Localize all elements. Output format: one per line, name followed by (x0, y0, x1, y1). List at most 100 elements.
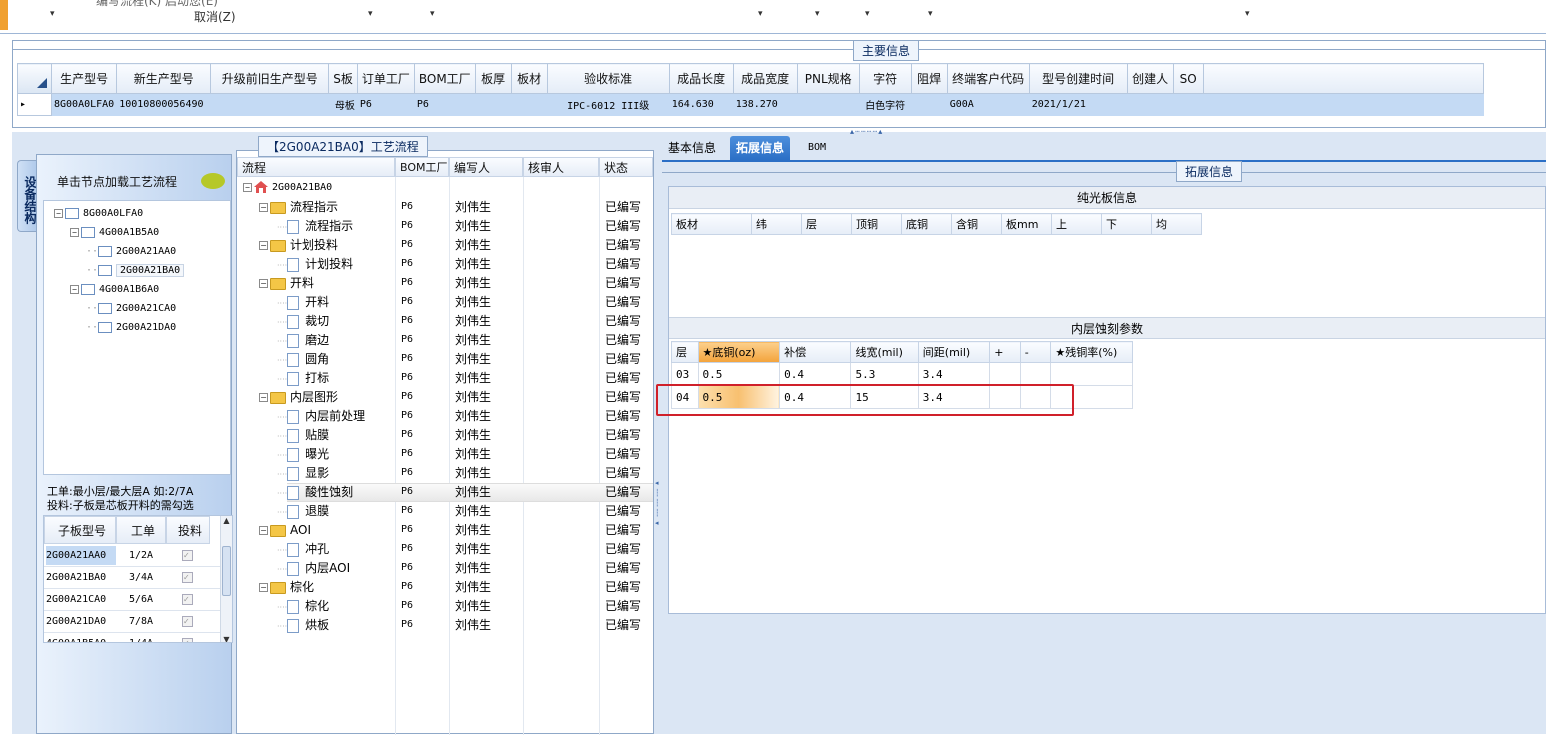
table-cell[interactable]: 0.4 (779, 362, 852, 386)
column-header[interactable]: 升级前旧生产型号 (210, 63, 330, 94)
table-cell[interactable]: 刘伟生 (455, 521, 491, 539)
table-cell[interactable]: 03 (671, 362, 699, 386)
table-cell[interactable]: 刘伟生 (455, 350, 491, 368)
column-header[interactable]: 纬 (751, 213, 802, 235)
process-row[interactable]: ···· 计划投料 (277, 255, 353, 273)
table-cell[interactable] (796, 93, 860, 116)
process-row[interactable]: ···· 打标 (277, 369, 329, 387)
process-row[interactable]: ···· 圆角 (277, 350, 329, 368)
table-cell[interactable]: 10010800056490 (116, 93, 212, 116)
table-cell[interactable]: 已编写 (605, 293, 641, 311)
table-cell[interactable]: P6 (356, 93, 415, 116)
column-header[interactable]: 编写人 (449, 157, 523, 177)
table-cell[interactable]: 0.5 (697, 362, 781, 386)
process-row[interactable]: ···· 内层AOI (277, 559, 350, 577)
table-cell[interactable]: 刘伟生 (455, 236, 491, 254)
feed-checkbox[interactable]: ✓ (182, 594, 193, 605)
table-cell[interactable]: 已编写 (605, 540, 641, 558)
table-cell[interactable]: 5/6A (116, 590, 166, 609)
table-cell[interactable]: P6 (401, 369, 413, 387)
table-cell[interactable]: 刘伟生 (455, 578, 491, 596)
column-header[interactable]: 订单工厂 (356, 63, 415, 94)
table-cell[interactable]: P6 (401, 255, 413, 273)
chevron-down-icon[interactable]: ▾ (368, 9, 373, 19)
table-cell[interactable]: P6 (401, 274, 413, 292)
chevron-down-icon[interactable]: ▾ (1245, 9, 1250, 19)
table-cell[interactable]: 已编写 (605, 445, 641, 463)
table-cell[interactable]: 3/4A (116, 568, 166, 587)
table-cell[interactable]: 刘伟生 (455, 217, 491, 235)
table-cell[interactable] (474, 93, 512, 116)
table-cell[interactable]: 刘伟生 (455, 312, 491, 330)
column-header[interactable]: 成品长度 (668, 63, 734, 94)
table-cell[interactable]: 刘伟生 (455, 445, 491, 463)
tree-node[interactable]: − 2G00A21BA0 (243, 179, 332, 197)
table-cell[interactable]: 已编写 (605, 198, 641, 216)
tree-node[interactable]: ·· 2G00A21DA0 (86, 319, 176, 337)
process-row[interactable]: ···· 棕化 (277, 597, 329, 615)
column-header[interactable]: 线宽(mil) (850, 341, 919, 363)
table-cell[interactable]: 已编写 (605, 388, 641, 406)
process-row[interactable]: − 棕化 (259, 578, 314, 596)
collapse-icon[interactable]: − (54, 208, 63, 218)
process-row[interactable]: ···· 开料 (277, 293, 329, 311)
column-header[interactable]: S板 (328, 63, 358, 94)
table-cell[interactable]: 母板 (328, 93, 358, 116)
table-cell[interactable]: 已编写 (605, 407, 641, 425)
splitter-handle[interactable]: ▴┄┄┄┄▴ (850, 127, 883, 136)
table-cell[interactable]: P6 (413, 93, 476, 116)
process-row[interactable]: − 内层图形 (259, 388, 338, 406)
table-cell[interactable]: 138.270 (732, 93, 798, 116)
table-cell[interactable]: 已编写 (605, 312, 641, 330)
table-cell[interactable]: P6 (401, 217, 413, 235)
tree-node[interactable]: ·· 2G00A21AA0 (86, 243, 176, 261)
cancel-menu-item[interactable]: 取消(Z) (194, 8, 236, 25)
column-header[interactable]: 顶铜 (851, 213, 902, 235)
table-cell[interactable]: 已编写 (605, 464, 641, 482)
column-header[interactable]: + (989, 341, 1021, 363)
tree-node[interactable]: − 4G00A1B6A0 (70, 281, 159, 299)
table-cell[interactable]: IPC-6012 III级 (546, 93, 670, 116)
process-row[interactable]: ···· 曝光 (277, 445, 329, 463)
table-cell[interactable] (1172, 93, 1204, 116)
column-header[interactable]: 工单 (116, 516, 166, 544)
chevron-down-icon[interactable]: ▾ (50, 9, 55, 19)
column-header[interactable]: 状态 (599, 157, 653, 177)
table-cell[interactable]: 8G00A0LFA0 (50, 93, 118, 116)
tree-node[interactable]: ·· 2G00A21BA0 (86, 262, 185, 280)
table-cell[interactable] (989, 362, 1021, 386)
process-row[interactable]: ···· 流程指示 (277, 217, 353, 235)
table-cell[interactable]: P6 (401, 426, 413, 444)
table-cell[interactable]: P6 (401, 540, 413, 558)
table-cell[interactable]: 2G00A21AA0 (46, 546, 116, 565)
column-header[interactable]: SO (1172, 63, 1204, 94)
table-cell[interactable]: P6 (401, 350, 413, 368)
process-row[interactable]: − AOI (259, 521, 311, 539)
column-header[interactable]: 板厚 (474, 63, 512, 94)
table-cell[interactable] (210, 93, 330, 116)
column-header[interactable]: 成品宽度 (732, 63, 798, 94)
table-cell[interactable]: 2021/1/21 (1028, 93, 1128, 116)
table-cell[interactable]: 已编写 (605, 521, 641, 539)
chevron-down-icon[interactable]: ▾ (758, 9, 763, 19)
column-header[interactable]: 板材 (671, 213, 752, 235)
table-cell[interactable]: 刘伟生 (455, 198, 491, 216)
tree-node[interactable]: − 8G00A0LFA0 (54, 205, 143, 223)
table-cell[interactable]: P6 (401, 616, 413, 634)
table-cell[interactable]: 刘伟生 (455, 388, 491, 406)
process-row[interactable]: ···· 内层前处理 (277, 407, 365, 425)
collapse-icon[interactable]: − (259, 393, 268, 402)
table-cell[interactable]: 已编写 (605, 350, 641, 368)
collapse-icon[interactable]: − (70, 284, 79, 294)
collapse-icon[interactable]: − (70, 227, 79, 237)
table-cell[interactable]: 已编写 (605, 578, 641, 596)
table-cell[interactable]: P6 (401, 521, 413, 539)
table-cell[interactable] (1019, 362, 1052, 386)
column-header[interactable]: PNL规格 (796, 63, 860, 94)
table-cell[interactable]: 刘伟生 (455, 540, 491, 558)
table-cell[interactable]: P6 (401, 502, 413, 520)
table-cell[interactable]: 已编写 (605, 483, 641, 501)
table-cell[interactable]: 已编写 (605, 331, 641, 349)
column-header[interactable]: BOM工厂 (413, 63, 476, 94)
collapse-icon[interactable]: − (259, 279, 268, 288)
